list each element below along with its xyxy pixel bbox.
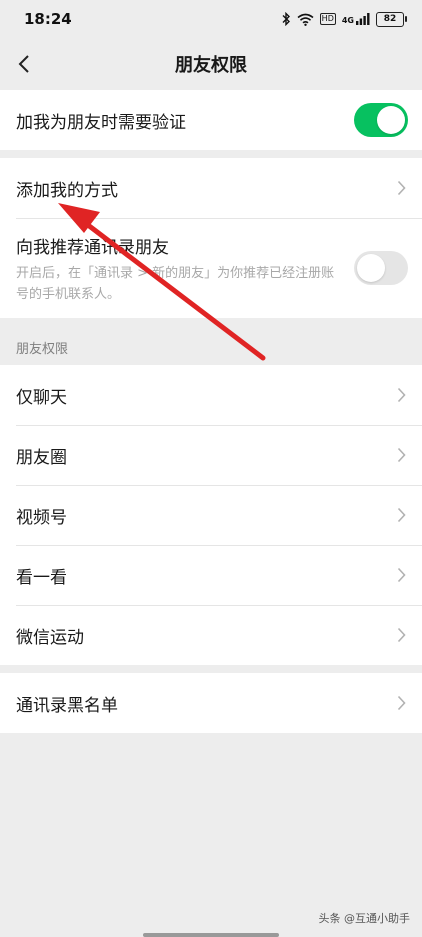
recommend-title: 向我推荐通讯录朋友 (16, 238, 169, 258)
nav-bar: 朋友权限 (0, 38, 422, 90)
permission-item-label: 看一看 (16, 567, 67, 588)
blacklist-group: 通讯录黑名单 (0, 673, 422, 733)
permission-item-chat-only[interactable]: 仅聊天 (0, 365, 422, 425)
status-bar: 18:24 HD 4G 82 (0, 0, 422, 38)
watermark-text: 头条 @互通小助手 (318, 912, 411, 925)
chevron-left-icon (18, 55, 29, 73)
permission-item-label: 视频号 (16, 507, 67, 528)
status-time: 18:24 (24, 10, 72, 28)
section-header: 朋友权限 (16, 342, 69, 357)
back-button[interactable] (6, 46, 42, 82)
permission-item-label: 仅聊天 (16, 387, 67, 408)
blacklist-row[interactable]: 通讯录黑名单 (0, 673, 422, 733)
page-title: 朋友权限 (175, 55, 247, 76)
watermark: 头条 @互通小助手 (319, 910, 411, 926)
chevron-right-icon (397, 387, 406, 403)
chevron-right-icon (397, 507, 406, 523)
battery-icon: 82 (376, 11, 407, 27)
chevron-right-icon (397, 447, 406, 463)
verification-label: 加我为朋友时需要验证 (16, 112, 186, 133)
toggle-knob (377, 106, 405, 134)
add-me-row[interactable]: 添加我的方式 (0, 158, 422, 218)
status-icons: HD 4G 82 (281, 11, 407, 27)
add-me-group: 添加我的方式 向我推荐通讯录朋友 开启后，在「通讯录 > 新的朋友」为你推荐已经… (0, 158, 422, 318)
permission-item-label: 朋友圈 (16, 447, 67, 468)
permission-item-label: 微信运动 (16, 627, 84, 648)
permission-item-werun[interactable]: 微信运动 (0, 605, 422, 665)
blacklist-label: 通讯录黑名单 (16, 695, 118, 716)
hd-icon: HD (319, 13, 336, 25)
bluetooth-icon (282, 12, 290, 26)
permission-item-channels[interactable]: 视频号 (0, 485, 422, 545)
wifi-icon (297, 13, 314, 26)
toggle-knob (357, 254, 385, 282)
verification-row: 加我为朋友时需要验证 (0, 90, 422, 150)
chevron-right-icon (397, 567, 406, 583)
add-me-label: 添加我的方式 (16, 180, 118, 201)
signal-icon: 4G (342, 13, 370, 25)
recommend-toggle[interactable] (354, 251, 408, 285)
permissions-group: 仅聊天 朋友圈 视频号 看一看 微信运动 (0, 365, 422, 665)
verification-group: 加我为朋友时需要验证 (0, 90, 422, 150)
permission-item-top-stories[interactable]: 看一看 (0, 545, 422, 605)
chevron-right-icon (397, 180, 406, 196)
chevron-right-icon (397, 627, 406, 643)
verification-toggle[interactable] (354, 103, 408, 137)
permission-item-moments[interactable]: 朋友圈 (0, 425, 422, 485)
chevron-right-icon (397, 695, 406, 711)
recommend-row: 向我推荐通讯录朋友 开启后，在「通讯录 > 新的朋友」为你推荐已经注册账号的手机… (0, 218, 422, 318)
home-indicator (143, 933, 279, 937)
network-type: 4G (341, 16, 354, 25)
recommend-description: 开启后，在「通讯录 > 新的朋友」为你推荐已经注册账号的手机联系人。 (16, 266, 335, 302)
